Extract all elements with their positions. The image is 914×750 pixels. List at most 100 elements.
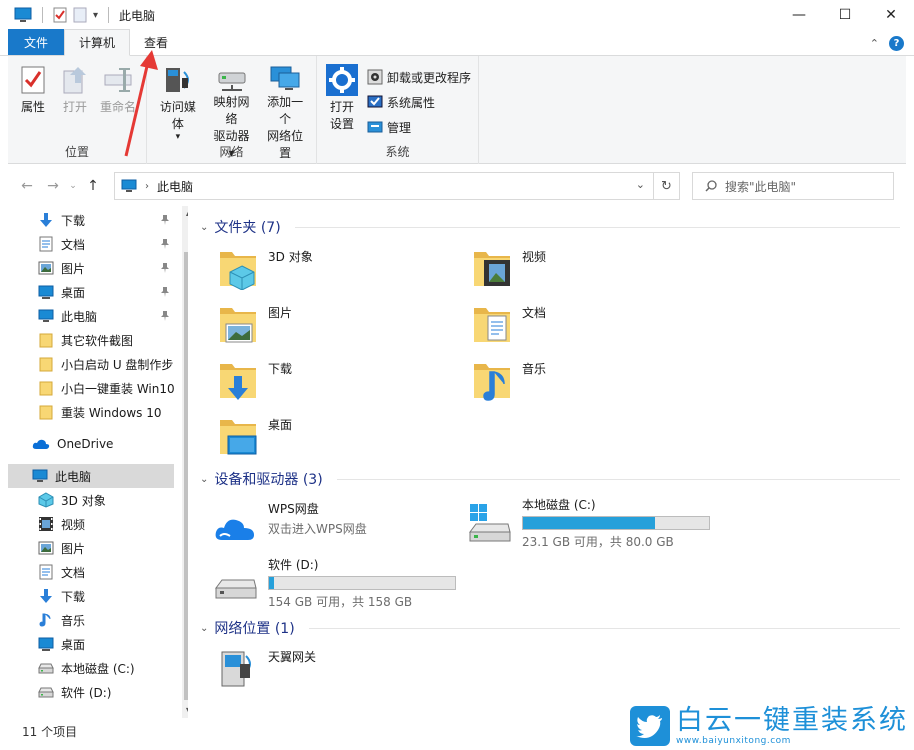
nav-label: 软件 (D:)	[61, 685, 112, 700]
windows-drive-icon	[469, 504, 511, 542]
refresh-icon: ↻	[661, 178, 672, 194]
pin-icon[interactable]	[160, 286, 170, 298]
drive-name: 本地磁盘 (C:)	[522, 498, 596, 512]
add-location-label-1: 添加一个	[267, 95, 304, 126]
back-button[interactable]: ←	[14, 173, 40, 199]
nav-item-quick[interactable]: 桌面	[8, 280, 174, 304]
section-title: 网络位置 (1)	[214, 621, 295, 637]
pin-icon[interactable]	[160, 238, 170, 250]
folder-tile[interactable]: 桌面	[216, 414, 292, 458]
scroll-down-icon[interactable]: ▼	[182, 704, 188, 718]
search-box[interactable]: 搜索"此电脑"	[692, 172, 894, 200]
breadcrumb-separator-icon: ›	[145, 180, 149, 192]
system-properties-icon	[367, 95, 383, 108]
folder-tile[interactable]: 视频	[470, 246, 546, 290]
recent-locations-button[interactable]: ⌄	[66, 173, 80, 199]
nav-item-quick[interactable]: 重装 Windows 10	[8, 400, 174, 424]
onedrive-cloud-icon	[32, 439, 50, 449]
nav-item-pc-child[interactable]: 3D 对象	[8, 488, 174, 512]
folder-name: 音乐	[522, 362, 547, 376]
network-section-header[interactable]: ⌄ 网络位置 (1)	[200, 617, 900, 639]
nav-item-quick[interactable]: 小白一键重装 Win10	[8, 376, 174, 400]
chevron-down-icon: ⌄	[200, 473, 209, 485]
help-icon[interactable]: ?	[889, 36, 904, 51]
devices-section-header[interactable]: ⌄ 设备和驱动器 (3)	[200, 468, 900, 490]
network-item-name: 天翼网关	[268, 650, 317, 664]
nav-item-pc-child[interactable]: 文档	[8, 560, 174, 584]
nav-item-quick[interactable]: 图片	[8, 256, 174, 280]
pin-icon[interactable]	[160, 310, 170, 322]
folder-icon	[38, 404, 54, 420]
drive-subtitle: 双击进入WPS网盘	[268, 522, 367, 536]
folder-tile[interactable]: 下载	[216, 358, 292, 402]
up-button[interactable]: ↑	[80, 173, 106, 199]
nav-label: 文档	[61, 565, 86, 580]
folder-tile[interactable]: 音乐	[470, 358, 546, 402]
drive-icon	[38, 662, 54, 674]
folder-tile[interactable]: 文档	[470, 302, 546, 346]
window-controls: — ☐ ✕	[776, 0, 914, 30]
nav-item-pc-child[interactable]: 本地磁盘 (C:)	[8, 656, 174, 680]
address-bar[interactable]: › 此电脑 ⌄	[114, 172, 654, 200]
nav-item-quick[interactable]: 此电脑	[8, 304, 174, 328]
refresh-button[interactable]: ↻	[654, 172, 680, 200]
nav-item-quick[interactable]: 下载	[8, 208, 174, 232]
folder-tile[interactable]: 图片	[216, 302, 292, 346]
computer-icon	[32, 469, 48, 482]
nav-item-quick[interactable]: 文档	[8, 232, 174, 256]
scrollbar-thumb[interactable]	[184, 252, 188, 700]
nav-item-pc-child[interactable]: 图片	[8, 536, 174, 560]
wps-drive-tile[interactable]: WPS网盘 双击进入WPS网盘	[214, 500, 367, 550]
drive-c-tile[interactable]: 本地磁盘 (C:) 23.1 GB 可用，共 80.0 GB	[468, 496, 710, 550]
folder-name: 桌面	[268, 418, 293, 432]
nav-item-onedrive[interactable]: OneDrive	[8, 432, 174, 456]
nav-label: OneDrive	[57, 437, 114, 451]
nav-label: 下载	[61, 213, 86, 228]
drive-name: WPS网盘	[268, 502, 319, 516]
ribbon-group-network: 访问媒体 ▾ 映射网络 驱动器 ▾ 添加一个 网络位置 网络	[147, 56, 317, 164]
nav-item-this-pc[interactable]: 此电脑	[8, 464, 174, 488]
section-divider	[294, 226, 900, 228]
toolbar-divider	[42, 7, 43, 23]
properties-quick-icon[interactable]	[53, 7, 67, 23]
scroll-up-icon[interactable]: ▲	[182, 206, 188, 220]
address-dropdown-icon[interactable]: ⌄	[636, 178, 645, 191]
folders-section-header[interactable]: ⌄ 文件夹 (7)	[200, 216, 900, 238]
nav-item-pc-child[interactable]: 下载	[8, 584, 174, 608]
pin-icon[interactable]	[160, 262, 170, 274]
nav-item-quick[interactable]: 其它软件截图	[8, 328, 174, 352]
nav-item-pc-child[interactable]: 软件 (D:)	[8, 680, 174, 704]
manage-button[interactable]: 管理	[367, 116, 471, 138]
nav-item-pc-child[interactable]: 桌面	[8, 632, 174, 656]
collapse-ribbon-icon[interactable]: ⌃	[870, 37, 879, 50]
network-item-tile[interactable]: 天翼网关	[216, 646, 316, 690]
nav-label: 3D 对象	[61, 493, 106, 508]
forward-button[interactable]: →	[40, 173, 66, 199]
uninstall-program-button[interactable]: 卸载或更改程序	[367, 66, 471, 88]
drive-d-tile[interactable]: 软件 (D:) 154 GB 可用，共 158 GB	[214, 556, 456, 610]
downloads-folder-icon	[220, 364, 256, 400]
folder-tile[interactable]: 3D 对象	[216, 246, 313, 290]
nav-item-pc-child[interactable]: 音乐	[8, 608, 174, 632]
drive-d-usage-fill	[269, 577, 274, 589]
drive-d-usage-bar	[268, 576, 456, 590]
pin-icon[interactable]	[160, 214, 170, 226]
open-settings-label-1: 打开	[329, 100, 354, 114]
customize-toolbar-icon[interactable]: ▾	[93, 10, 98, 21]
system-properties-button[interactable]: 系统属性	[367, 91, 471, 113]
section-title: 文件夹 (7)	[214, 220, 281, 236]
new-folder-quick-icon[interactable]	[73, 7, 87, 23]
tab-file[interactable]: 文件	[8, 29, 65, 55]
minimize-button[interactable]: —	[776, 0, 822, 30]
drive-c-usage-bar	[522, 516, 710, 530]
group-label-system: 系统	[385, 145, 410, 159]
maximize-button[interactable]: ☐	[822, 0, 868, 30]
watermark-brand: 白云一键重装系统	[676, 705, 908, 736]
nav-scrollbar[interactable]: ▲ ▼	[182, 206, 188, 718]
nav-item-pc-child[interactable]: 视频	[8, 512, 174, 536]
document-icon	[38, 564, 54, 580]
nav-item-quick[interactable]: 小白启动 U 盘制作步	[8, 352, 174, 376]
close-button[interactable]: ✕	[868, 0, 914, 30]
drive-icon	[38, 686, 54, 698]
breadcrumb-this-pc[interactable]: 此电脑	[157, 178, 193, 195]
